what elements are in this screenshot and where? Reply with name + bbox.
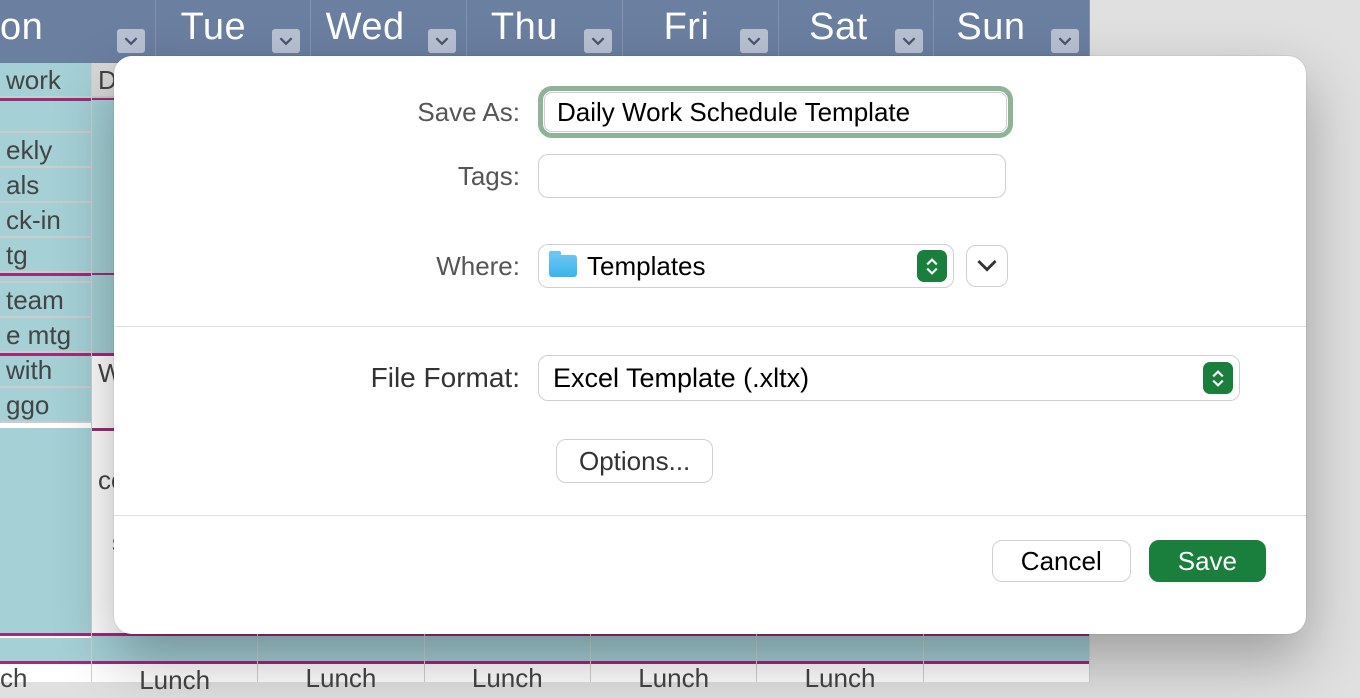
cell[interactable]: Lunch xyxy=(92,663,257,698)
tags-input[interactable] xyxy=(538,154,1006,198)
day-wed: Wed xyxy=(326,6,405,49)
day-sun: Sun xyxy=(956,6,1025,49)
cell[interactable]: Lunch xyxy=(258,663,423,694)
file-format-value: Excel Template (.xltx) xyxy=(553,363,809,394)
day-tue: Tue xyxy=(181,6,247,49)
save-as-input[interactable] xyxy=(544,92,1007,132)
day-dropdown-icon[interactable] xyxy=(895,29,923,53)
day-thu: Thu xyxy=(491,6,558,49)
divider xyxy=(114,326,1306,327)
dialog-footer: Cancel Save xyxy=(154,516,1266,582)
options-button[interactable]: Options... xyxy=(556,439,713,483)
day-fri: Fri xyxy=(664,6,710,49)
where-value: Templates xyxy=(587,251,706,282)
file-format-label: File Format: xyxy=(154,362,538,394)
day-mon: on xyxy=(0,6,43,49)
where-label: Where: xyxy=(154,251,538,282)
updown-stepper-icon xyxy=(917,250,947,282)
cell[interactable]: tg xyxy=(0,238,91,273)
cell[interactable]: ggo xyxy=(0,388,91,423)
day-sat: Sat xyxy=(809,6,868,49)
day-dropdown-icon[interactable] xyxy=(272,29,300,53)
cell[interactable]: ck-in xyxy=(0,203,91,238)
cell[interactable]: Lunch xyxy=(757,663,922,694)
calendar-header: on Tue Wed Thu Fri Sat Sun xyxy=(0,0,1090,63)
cell[interactable]: e mtg xyxy=(0,318,91,353)
day-dropdown-icon[interactable] xyxy=(428,29,456,53)
cell[interactable]: Lunch xyxy=(591,663,756,694)
expand-browser-button[interactable] xyxy=(966,245,1008,287)
updown-stepper-icon xyxy=(1203,362,1233,394)
where-row: Where: Templates xyxy=(154,244,1266,288)
cell[interactable]: team xyxy=(0,283,91,318)
tags-row: Tags: xyxy=(154,154,1266,198)
cell[interactable]: with xyxy=(0,353,91,388)
cell[interactable]: ekly xyxy=(0,133,91,168)
tags-label: Tags: xyxy=(154,161,538,192)
cell[interactable]: work xyxy=(0,63,91,98)
file-format-row: File Format: Excel Template (.xltx) xyxy=(154,355,1266,401)
cancel-button[interactable]: Cancel xyxy=(992,540,1131,582)
cell[interactable]: als xyxy=(0,168,91,203)
day-dropdown-icon[interactable] xyxy=(740,29,768,53)
save-as-label: Save As: xyxy=(154,97,538,128)
day-dropdown-icon[interactable] xyxy=(584,29,612,53)
folder-icon xyxy=(549,255,577,277)
day-dropdown-icon[interactable] xyxy=(117,29,145,53)
save-as-focus-ring xyxy=(538,86,1013,138)
where-select[interactable]: Templates xyxy=(538,244,954,288)
save-button[interactable]: Save xyxy=(1149,540,1266,582)
cell[interactable]: Lunch xyxy=(425,663,590,694)
file-format-select[interactable]: Excel Template (.xltx) xyxy=(538,355,1240,401)
cell[interactable]: ch xyxy=(0,663,91,683)
save-as-row: Save As: xyxy=(154,86,1266,138)
save-dialog: Save As: Tags: Where: Templates File For… xyxy=(114,56,1306,634)
day-dropdown-icon[interactable] xyxy=(1051,29,1079,53)
